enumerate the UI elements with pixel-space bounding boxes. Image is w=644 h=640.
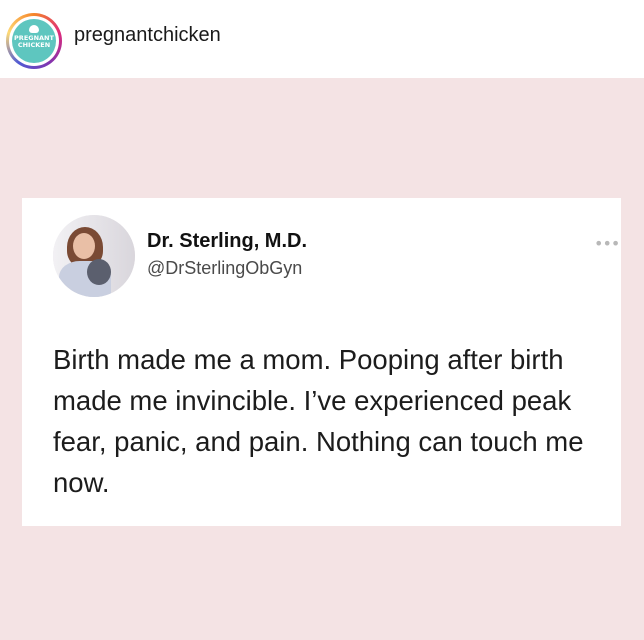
chick-icon [29,25,39,33]
pregnant-chicken-logo-icon: PREGNANT CHICKEN [12,19,56,63]
tweet-author-avatar [53,215,135,297]
tweet-card: Dr. Sterling, M.D. @DrSterlingObGyn ••• … [22,198,621,526]
tweet-handle: @DrSterlingObGyn [147,258,303,278]
tweet-display-name: Dr. Sterling, M.D. [147,230,308,252]
post-image: Dr. Sterling, M.D. @DrSterlingObGyn ••• … [0,78,644,640]
post-header: PREGNANT CHICKEN pregnantchicken [0,0,644,78]
more-horizontal-icon: ••• [594,234,620,253]
tweet-text: Birth made me a mom. Pooping after birth… [53,344,584,498]
logo-line-2: CHICKEN [17,41,51,49]
username-link[interactable]: pregnantchicken [74,24,221,47]
profile-avatar[interactable]: PREGNANT CHICKEN [6,13,62,69]
avatar-inner: PREGNANT CHICKEN [9,16,59,66]
